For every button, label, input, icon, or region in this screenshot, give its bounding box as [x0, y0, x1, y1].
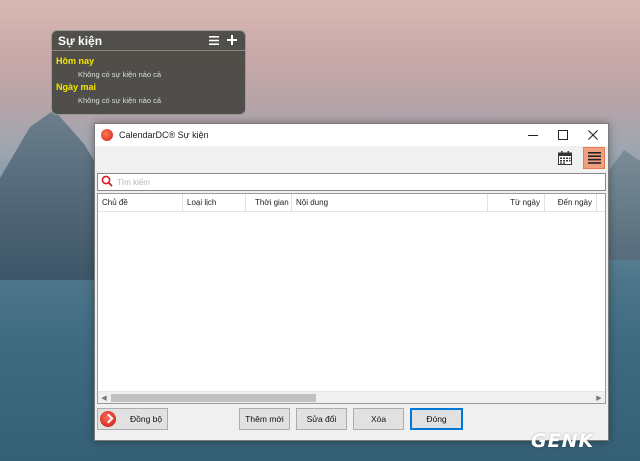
events-table[interactable]: Chủ đề Loại lịch Thời gian Nội dung Từ n…: [97, 193, 606, 404]
events-gadget: Sự kiện Hôm nay Không có sự kiện nào cả …: [51, 30, 246, 115]
day-label-tomorrow: Ngày mai: [56, 82, 97, 92]
window-title: CalendarDC® Sự kiện: [119, 130, 209, 140]
day-label-today: Hôm nay: [56, 56, 95, 66]
sync-logo-icon: [100, 411, 116, 427]
close-button[interactable]: [578, 124, 608, 146]
watermark-logo: GENK: [531, 430, 595, 452]
add-button-label: Thêm mới: [245, 414, 284, 424]
minimize-button[interactable]: [518, 124, 548, 146]
horizontal-scrollbar[interactable]: ◀ ▶: [98, 391, 605, 403]
empty-events-text: Không có sự kiện nào cả: [78, 96, 161, 105]
gadget-header: Sự kiện: [52, 31, 245, 51]
list-icon[interactable]: [583, 147, 605, 169]
scroll-right-icon[interactable]: ▶: [593, 392, 605, 404]
menu-icon[interactable]: [207, 34, 221, 48]
close-dialog-button[interactable]: Đóng: [410, 408, 463, 430]
close-dialog-button-label: Đóng: [426, 414, 447, 424]
sync-button-label: Đồng bộ: [130, 414, 163, 424]
column-header-calendar-type[interactable]: Loại lịch: [183, 194, 246, 211]
app-logo-icon: [101, 129, 113, 141]
calendar-icon[interactable]: [556, 149, 574, 167]
delete-button-label: Xóa: [370, 414, 387, 424]
maximize-button[interactable]: [548, 124, 578, 146]
sync-button[interactable]: Đồng bộ: [97, 408, 168, 430]
table-header: Chủ đề Loại lịch Thời gian Nội dung Từ n…: [98, 194, 605, 212]
column-header-to-date[interactable]: Đến ngày: [545, 194, 597, 211]
search-icon: [101, 175, 113, 189]
empty-events-text: Không có sự kiện nào cả: [78, 70, 161, 79]
title-bar[interactable]: CalendarDC® Sự kiện: [95, 124, 608, 146]
toolbar: [95, 146, 608, 170]
scroll-track[interactable]: [110, 392, 593, 404]
scroll-left-icon[interactable]: ◀: [98, 392, 110, 404]
column-header-subject[interactable]: Chủ đề: [98, 194, 183, 211]
events-window: CalendarDC® Sự kiện Tìm kiếm Chủ đề Loại…: [94, 123, 609, 441]
gadget-body: Hôm nay Không có sự kiện nào cả Ngày mai…: [52, 51, 245, 111]
edit-button-label: Sửa đổi: [306, 414, 337, 424]
column-header-time[interactable]: Thời gian: [246, 194, 292, 211]
search-box: [97, 173, 606, 191]
add-button[interactable]: Thêm mới: [239, 408, 290, 430]
edit-button[interactable]: Sửa đổi: [296, 408, 347, 430]
delete-button[interactable]: Xóa: [353, 408, 404, 430]
search-input[interactable]: [117, 175, 605, 189]
column-header-from-date[interactable]: Từ ngày: [488, 194, 545, 211]
scroll-thumb[interactable]: [111, 393, 316, 402]
column-header-content[interactable]: Nội dung: [292, 194, 488, 211]
plus-icon[interactable]: [225, 34, 239, 48]
gadget-title: Sự kiện: [58, 33, 103, 48]
